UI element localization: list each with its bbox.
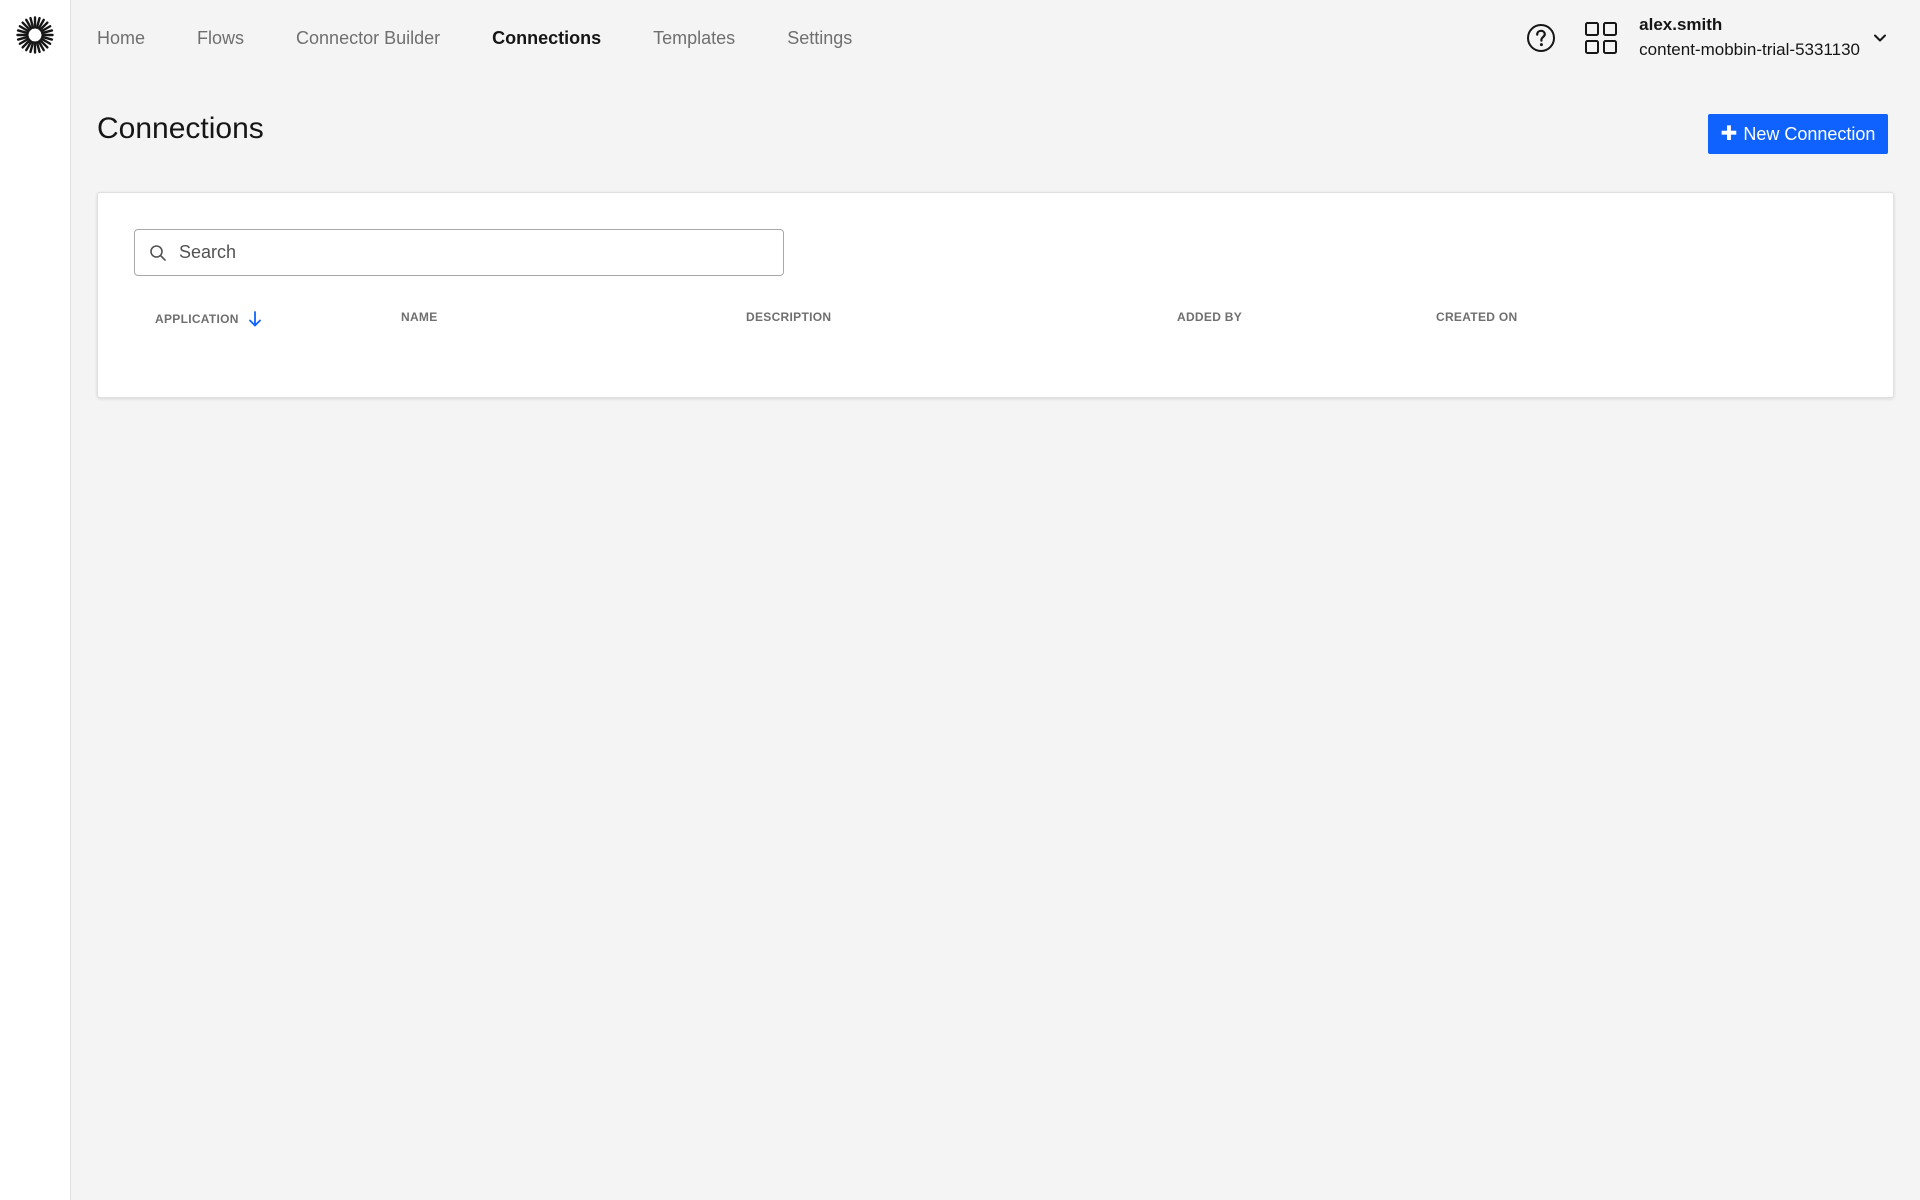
- search-icon: [150, 244, 166, 261]
- user-menu-toggle[interactable]: [1868, 26, 1892, 50]
- nav-connector-builder[interactable]: Connector Builder: [296, 22, 440, 54]
- left-rail: [0, 0, 71, 1200]
- new-connection-button[interactable]: ✚ New Connection: [1708, 114, 1888, 154]
- nav-flows[interactable]: Flows: [197, 22, 244, 54]
- help-circle-icon: [1527, 24, 1556, 52]
- user-name: alex.smith: [1639, 15, 1723, 34]
- sunburst-logo-icon[interactable]: [16, 16, 54, 54]
- connections-card: APPLICATION NAME DESCRIPTION ADDED BY CR…: [97, 192, 1894, 398]
- user-menu[interactable]: alex.smith content-mobbin-trial-5331130: [1639, 13, 1860, 63]
- help-button[interactable]: [1521, 18, 1561, 58]
- nav-home[interactable]: Home: [97, 22, 145, 54]
- user-org: content-mobbin-trial-5331130: [1639, 40, 1860, 59]
- arrow-down-icon[interactable]: [247, 310, 263, 328]
- header-actions: alex.smith content-mobbin-trial-5331130: [1521, 0, 1920, 76]
- column-header-added-by[interactable]: ADDED BY: [1177, 310, 1242, 324]
- page-title: Connections: [97, 112, 264, 145]
- plus-icon: ✚: [1720, 123, 1738, 145]
- search-input[interactable]: [179, 230, 783, 275]
- nav-templates[interactable]: Templates: [653, 22, 735, 54]
- app-grid-icon: [1585, 22, 1618, 54]
- app-switcher-button[interactable]: [1581, 18, 1621, 58]
- search-box[interactable]: [134, 229, 784, 276]
- column-header-description[interactable]: DESCRIPTION: [746, 310, 831, 324]
- new-connection-label: New Connection: [1743, 123, 1876, 144]
- column-header-name[interactable]: NAME: [401, 310, 438, 324]
- column-header-application[interactable]: APPLICATION: [155, 310, 263, 328]
- top-navigation: Home Flows Connector Builder Connections…: [97, 22, 904, 54]
- chevron-down-icon: [1874, 34, 1886, 42]
- nav-connections[interactable]: Connections: [492, 22, 601, 54]
- nav-settings[interactable]: Settings: [787, 22, 852, 54]
- column-header-created-on[interactable]: CREATED ON: [1436, 310, 1517, 324]
